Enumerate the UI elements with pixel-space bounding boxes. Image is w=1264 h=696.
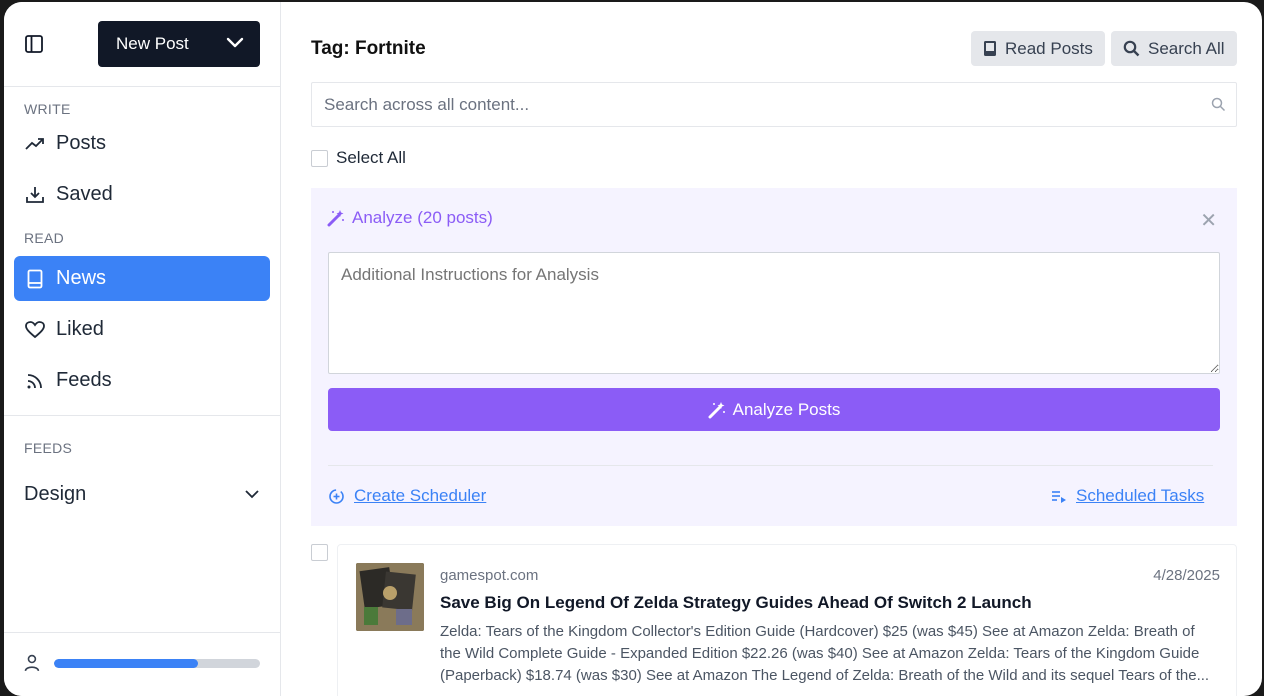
main-content: Tag: Fortnite Read Posts Search All Sear… (281, 2, 1262, 696)
read-posts-button[interactable]: Read Posts (971, 31, 1105, 66)
analyze-heading-text: Analyze (20 posts) (352, 208, 493, 227)
magic-wand-icon (708, 401, 725, 418)
search-all-label: Search All (1148, 38, 1225, 58)
clock-plus-icon (329, 488, 344, 504)
divider (4, 86, 281, 87)
rss-icon (24, 370, 46, 392)
search-icon (1123, 40, 1140, 57)
magic-wand-icon (327, 210, 344, 227)
sidebar-item-label: Posts (56, 132, 107, 154)
book-icon (984, 41, 996, 56)
close-icon[interactable]: ✕ (1200, 208, 1217, 233)
divider (4, 415, 281, 416)
search-input[interactable]: Search across all content... (311, 82, 1237, 127)
post-checkbox[interactable] (311, 544, 328, 561)
download-icon (24, 184, 46, 206)
post-excerpt: Zelda: Tears of the Kingdom Collector's … (440, 623, 1210, 684)
analyze-panel: Analyze (20 posts) ✕ Analyze Posts Creat… (311, 188, 1237, 526)
post-source: gamespot.com (440, 567, 539, 584)
select-all: Select All (311, 148, 406, 168)
sidebar-item-news[interactable]: News (14, 256, 270, 301)
select-all-label: Select All (336, 148, 406, 167)
search-all-button[interactable]: Search All (1111, 31, 1237, 66)
user-usage (24, 652, 260, 674)
chevron-down-icon (245, 490, 259, 499)
new-post-label: New Post (116, 34, 189, 53)
feed-group-label: Design (24, 482, 87, 505)
heart-icon (24, 319, 46, 341)
usage-progress-fill (53, 658, 199, 668)
page-title: Tag: Fortnite (311, 38, 426, 59)
post-date: 4/28/2025 (1153, 567, 1220, 584)
divider (4, 632, 281, 633)
sidebar-item-saved[interactable]: Saved (14, 172, 270, 217)
new-post-button[interactable]: New Post (98, 21, 260, 67)
sidebar-item-label: Feeds (56, 369, 112, 391)
create-scheduler-label: Create Scheduler (354, 486, 487, 505)
divider (328, 465, 1213, 466)
user-icon[interactable] (24, 654, 40, 672)
sidebar-item-liked[interactable]: Liked (14, 307, 270, 352)
post-thumbnail (356, 563, 424, 631)
scheduled-tasks-link[interactable]: Scheduled Tasks (1051, 486, 1204, 506)
scheduled-tasks-label: Scheduled Tasks (1076, 486, 1205, 505)
sidebar-item-label: Saved (56, 183, 113, 205)
analyze-heading: Analyze (20 posts) (327, 208, 493, 228)
search-placeholder: Search across all content... (324, 94, 530, 114)
book-icon (24, 268, 46, 290)
feed-group-design[interactable]: Design (24, 476, 260, 512)
list-play-icon (1052, 491, 1066, 503)
trending-up-icon (24, 133, 46, 155)
create-scheduler-link[interactable]: Create Scheduler (328, 486, 486, 506)
sidebar-item-label: Liked (56, 318, 104, 340)
usage-progress-bar (53, 658, 260, 668)
section-write: WRITE (24, 101, 71, 117)
analysis-instructions-input[interactable] (328, 252, 1220, 374)
analyze-posts-label: Analyze Posts (732, 399, 841, 419)
chevron-down-icon[interactable] (226, 36, 244, 50)
sidebar: New Post WRITE Posts Saved READ News Lik… (4, 2, 281, 696)
post-card[interactable]: gamespot.com 4/28/2025 Save Big On Legen… (337, 544, 1237, 696)
sidebar-item-label: News (56, 267, 107, 289)
sidebar-item-posts[interactable]: Posts (14, 121, 270, 166)
select-all-checkbox[interactable] (311, 149, 328, 167)
section-feeds: FEEDS (24, 440, 73, 456)
post-title[interactable]: Save Big On Legend Of Zelda Strategy Gui… (440, 593, 1032, 613)
sidebar-toggle-icon[interactable] (24, 34, 44, 54)
read-posts-label: Read Posts (1005, 38, 1093, 58)
app-window: New Post WRITE Posts Saved READ News Lik… (4, 2, 1262, 696)
section-read: READ (24, 230, 65, 246)
analyze-posts-button[interactable]: Analyze Posts (328, 388, 1220, 431)
sidebar-item-feeds[interactable]: Feeds (14, 358, 270, 403)
search-icon (1211, 97, 1226, 112)
